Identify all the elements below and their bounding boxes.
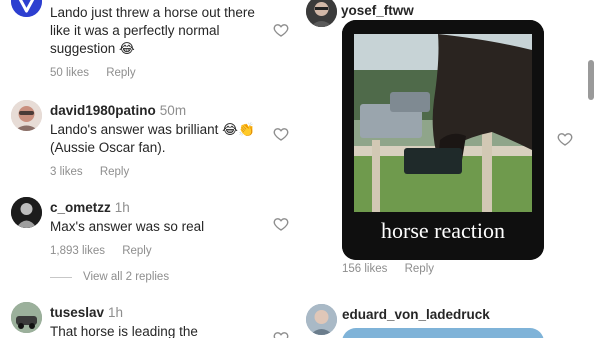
gif-attachment[interactable]: horse reaction bbox=[342, 20, 544, 260]
heart-icon[interactable] bbox=[273, 126, 289, 142]
avatar-photo-icon bbox=[11, 197, 42, 228]
likes-count[interactable]: 156 likes bbox=[342, 263, 387, 275]
comment-username[interactable]: yosef_ftww bbox=[341, 3, 414, 18]
reply-button[interactable]: Reply bbox=[100, 166, 129, 178]
comment-text: Max's answer was so real bbox=[50, 219, 205, 234]
view-replies-label: View all 2 replies bbox=[83, 271, 170, 283]
avatar[interactable] bbox=[306, 0, 337, 27]
avatar[interactable] bbox=[306, 304, 337, 335]
view-replies-button[interactable]: View all 2 replies bbox=[50, 271, 169, 283]
reply-button[interactable]: Reply bbox=[106, 67, 135, 79]
avatar[interactable] bbox=[11, 197, 42, 228]
gif-attachment-partial[interactable] bbox=[342, 328, 544, 338]
heart-icon[interactable] bbox=[273, 330, 289, 338]
comment-username[interactable]: eduard_von_ladedruck bbox=[342, 307, 490, 322]
heart-icon[interactable] bbox=[557, 131, 573, 147]
comment-time: 1h bbox=[108, 305, 124, 320]
avatar-logo-icon bbox=[11, 0, 42, 17]
reply-button[interactable]: Reply bbox=[405, 263, 434, 275]
comment-text: Lando just threw a horse out there like … bbox=[50, 5, 255, 56]
comment-username[interactable]: c_ometzz bbox=[50, 200, 111, 215]
gif-caption: horse reaction bbox=[381, 218, 505, 243]
comment-meta: 50 likes Reply bbox=[50, 66, 260, 80]
comments-column-left: Lando just threw a horse out there like … bbox=[0, 0, 300, 338]
comment-meta: 3 likes Reply bbox=[50, 165, 260, 179]
avatar[interactable] bbox=[11, 100, 42, 131]
comment-meta: 156 likes Reply bbox=[342, 262, 434, 276]
likes-count[interactable]: 1,893 likes bbox=[50, 245, 105, 257]
comment-time: 1h bbox=[114, 200, 130, 215]
avatar-photo-icon bbox=[11, 302, 42, 333]
avatar-photo-icon bbox=[306, 304, 337, 335]
avatar[interactable] bbox=[11, 0, 42, 17]
heart-icon[interactable] bbox=[273, 216, 289, 232]
scrollbar-thumb[interactable] bbox=[588, 60, 594, 100]
comment-time: 50m bbox=[159, 103, 187, 118]
likes-count[interactable]: 3 likes bbox=[50, 166, 83, 178]
heart-icon[interactable] bbox=[273, 22, 289, 38]
comment-text: That horse is leading the bbox=[50, 324, 198, 338]
reply-button[interactable]: Reply bbox=[122, 245, 151, 257]
avatar-photo-icon bbox=[11, 100, 42, 131]
comment-meta: 1,893 likes Reply bbox=[50, 244, 260, 258]
likes-count[interactable]: 50 likes bbox=[50, 67, 89, 79]
avatar[interactable] bbox=[11, 302, 42, 333]
avatar-photo-icon bbox=[306, 0, 337, 27]
comment-username[interactable]: tuseslav bbox=[50, 305, 104, 320]
comment-text: Lando's answer was brilliant 😂👏 (Aussie … bbox=[50, 122, 255, 155]
divider bbox=[50, 276, 72, 278]
comment-username[interactable]: david1980patino bbox=[50, 103, 156, 118]
